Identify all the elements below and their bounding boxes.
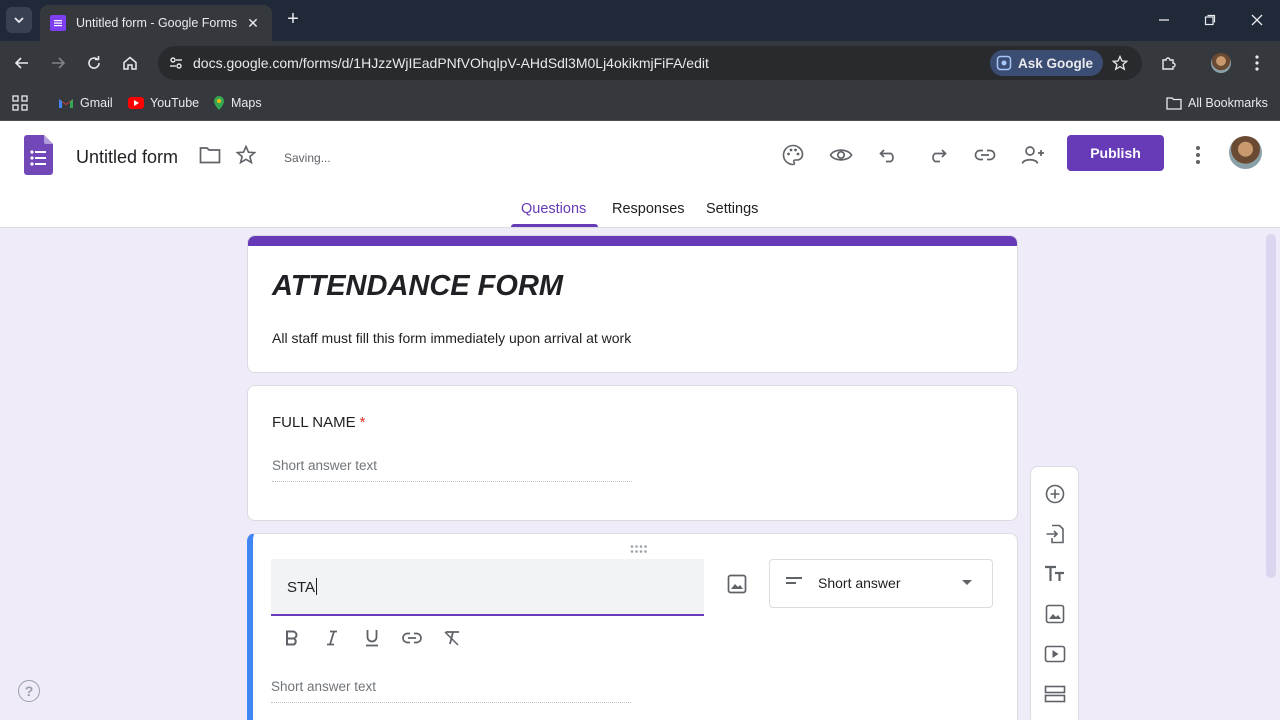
ask-google-button[interactable]: Ask Google	[990, 50, 1104, 76]
home-icon[interactable]	[118, 51, 142, 75]
tab-settings[interactable]: Settings	[706, 201, 758, 217]
page-scrollbar[interactable]	[1266, 234, 1276, 578]
site-info-tune-icon[interactable]	[164, 51, 188, 75]
forms-favicon-icon	[50, 15, 66, 31]
google-lens-icon	[996, 55, 1012, 71]
bookmarks-bar: Gmail YouTube Maps All Bookmarks	[0, 86, 1280, 121]
maps-icon	[213, 95, 225, 111]
short-answer-placeholder: Short answer text	[272, 458, 632, 482]
restore-icon[interactable]	[1198, 8, 1222, 32]
bold-icon[interactable]	[280, 626, 304, 650]
add-video-icon[interactable]	[1043, 642, 1067, 666]
browser-tab-active[interactable]: Untitled form - Google Forms ✕	[40, 5, 272, 41]
text-caret	[316, 578, 318, 595]
active-tab-indicator	[511, 224, 598, 227]
bookmark-label: Gmail	[80, 96, 113, 110]
browser-toolbar: docs.google.com/forms/d/1HJzzWjIEadPNfVO…	[0, 41, 1280, 86]
title-card-accent-bar	[248, 236, 1017, 246]
add-title-text-icon[interactable]	[1043, 562, 1067, 586]
add-collaborators-icon[interactable]	[1019, 141, 1047, 169]
form-heading[interactable]: ATTENDANCE FORM	[272, 270, 563, 303]
forward-arrow-icon[interactable]	[46, 51, 70, 75]
tab-questions[interactable]: Questions	[521, 201, 586, 217]
add-section-icon[interactable]	[1043, 682, 1067, 706]
add-items-toolbar	[1030, 466, 1079, 720]
redo-icon[interactable]	[923, 141, 951, 169]
question-card-active[interactable]: STA Short answer Short answer text	[247, 533, 1018, 720]
bookmark-gmail[interactable]: Gmail	[58, 94, 113, 112]
star-icon[interactable]	[232, 141, 260, 169]
question-title-input[interactable]: STA	[271, 559, 704, 616]
underline-icon[interactable]	[360, 626, 384, 650]
required-asterisk: *	[359, 414, 366, 431]
add-image-icon[interactable]	[1043, 602, 1067, 626]
form-title[interactable]: Untitled form	[76, 147, 178, 168]
insert-link-icon[interactable]	[400, 626, 424, 650]
clear-formatting-icon[interactable]	[440, 626, 464, 650]
question-type-label: Short answer	[818, 575, 901, 591]
question-title-text: FULL NAME	[272, 414, 356, 431]
undo-icon[interactable]	[875, 141, 903, 169]
folder-icon	[1166, 96, 1182, 110]
import-questions-icon[interactable]	[1043, 522, 1067, 546]
dropdown-arrow-icon	[962, 580, 972, 585]
add-question-plus-circle-icon[interactable]	[1043, 482, 1067, 506]
tab-title: Untitled form - Google Forms	[76, 16, 238, 30]
short-answer-placeholder: Short answer text	[271, 679, 631, 703]
back-arrow-icon[interactable]	[10, 51, 34, 75]
apps-grid-icon[interactable]	[12, 94, 28, 112]
form-title-card[interactable]: ATTENDANCE FORM All staff must fill this…	[247, 235, 1018, 373]
ask-google-label: Ask Google	[1018, 55, 1094, 71]
help-question-icon[interactable]: ?	[18, 680, 40, 702]
profile-avatar[interactable]	[1209, 51, 1233, 75]
reload-icon[interactable]	[82, 51, 106, 75]
form-tabs: Questions Responses Settings	[0, 195, 1280, 228]
form-description[interactable]: All staff must fill this form immediatel…	[272, 330, 631, 346]
preview-eye-icon[interactable]	[827, 141, 855, 169]
short-answer-icon	[786, 577, 802, 584]
tab-close-icon[interactable]: ✕	[244, 15, 262, 32]
customize-theme-palette-icon[interactable]	[779, 141, 807, 169]
tab-search-button[interactable]	[6, 7, 32, 33]
browser-menu-kebab-icon[interactable]	[1245, 51, 1269, 75]
question-title: FULL NAME *	[272, 414, 365, 431]
bookmark-label: YouTube	[150, 96, 200, 110]
minimize-icon[interactable]	[1152, 8, 1176, 32]
question-type-dropdown[interactable]: Short answer	[769, 559, 993, 608]
tab-responses[interactable]: Responses	[612, 201, 685, 217]
bookmark-label: Maps	[231, 96, 262, 110]
bookmark-maps[interactable]: Maps	[213, 94, 262, 112]
chevron-down-icon	[14, 17, 24, 24]
gmail-icon	[58, 97, 74, 109]
account-avatar[interactable]	[1229, 136, 1262, 169]
save-status: Saving...	[284, 151, 331, 165]
question-card-full-name[interactable]: FULL NAME * Short answer text	[247, 385, 1018, 521]
forms-header: Untitled form Saving... Publish Question…	[0, 121, 1280, 228]
copy-link-icon[interactable]	[971, 141, 999, 169]
close-window-icon[interactable]	[1245, 8, 1269, 32]
all-bookmarks[interactable]: All Bookmarks	[1166, 94, 1268, 112]
more-options-kebab-icon[interactable]	[1184, 141, 1212, 169]
drag-handle-icon[interactable]	[629, 541, 647, 553]
move-to-folder-icon[interactable]	[196, 141, 224, 169]
italic-icon[interactable]	[320, 626, 344, 650]
youtube-icon	[128, 97, 144, 109]
bookmark-star-icon[interactable]	[1108, 51, 1132, 75]
bookmark-youtube[interactable]: YouTube	[128, 94, 199, 112]
question-input-value: STA	[287, 579, 316, 596]
extensions-puzzle-icon[interactable]	[1157, 51, 1181, 75]
google-forms-logo-icon[interactable]	[24, 135, 53, 175]
address-bar[interactable]: docs.google.com/forms/d/1HJzzWjIEadPNfVO…	[158, 46, 1142, 80]
new-tab-plus-icon[interactable]: +	[282, 8, 304, 30]
publish-button[interactable]: Publish	[1067, 135, 1164, 171]
add-image-icon[interactable]	[725, 572, 749, 596]
all-bookmarks-label: All Bookmarks	[1188, 96, 1268, 110]
url-text[interactable]: docs.google.com/forms/d/1HJzzWjIEadPNfVO…	[193, 55, 709, 71]
browser-tab-bar: Untitled form - Google Forms ✕ +	[0, 0, 1280, 41]
